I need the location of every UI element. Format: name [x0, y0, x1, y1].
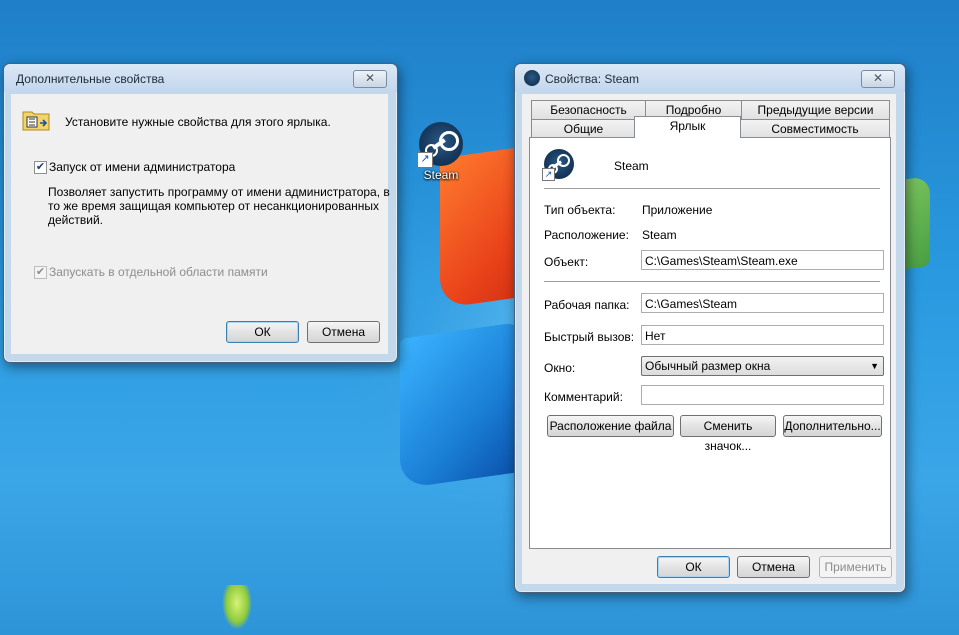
close-button[interactable]: ✕ — [353, 70, 387, 88]
tab-compatibility[interactable]: Совместимость — [740, 119, 890, 138]
location-value: Steam — [642, 228, 677, 242]
advanced-properties-dialog: Дополнительные свойства ✕ Установите нуж… — [3, 63, 398, 363]
dialog-body: Безопасность Подробно Предыдущие версии … — [522, 94, 896, 584]
shortcut-arrow-icon: ↗ — [542, 168, 555, 181]
object-type-label: Тип объекта: — [544, 203, 616, 217]
run-as-admin-checkbox[interactable]: ✔ — [34, 161, 47, 174]
comment-label: Комментарий: — [544, 390, 623, 404]
steam-properties-dialog: Свойства: Steam ✕ Безопасность Подробно … — [514, 63, 906, 593]
target-label: Объект: — [544, 255, 589, 269]
cancel-button[interactable]: Отмена — [307, 321, 380, 343]
tab-previous-versions[interactable]: Предыдущие версии — [741, 100, 890, 119]
workdir-input[interactable]: C:\Games\Steam — [641, 293, 884, 313]
hotkey-input[interactable]: Нет — [641, 325, 884, 345]
location-label: Расположение: — [544, 228, 629, 242]
close-button[interactable]: ✕ — [861, 70, 895, 88]
advanced-button[interactable]: Дополнительно... — [783, 415, 882, 437]
workdir-label: Рабочая папка: — [544, 298, 630, 312]
separator — [544, 281, 880, 282]
windows-logo-blue — [400, 321, 525, 489]
ok-button[interactable]: ОК — [226, 321, 299, 343]
steam-icon: ↗ — [417, 122, 463, 168]
title-bar: Свойства: Steam ✕ — [515, 64, 905, 92]
ok-button[interactable]: ОК — [657, 556, 730, 578]
window-label: Окно: — [544, 361, 576, 375]
admin-description-line1: Позволяет запустить программу от имени а… — [48, 185, 390, 199]
desktop-icon-steam[interactable]: ↗ Steam — [412, 122, 470, 192]
cancel-button[interactable]: Отмена — [737, 556, 810, 578]
separate-memory-label: Запускать в отдельной области памяти — [49, 265, 268, 279]
app-name: Steam — [614, 159, 649, 173]
open-file-location-button[interactable]: Расположение файла — [547, 415, 674, 437]
separate-memory-checkbox: ✔ — [34, 266, 47, 279]
dialog-title: Дополнительные свойства — [16, 72, 165, 86]
dialog-body: Установите нужные свойства для этого ярл… — [11, 94, 390, 354]
shortcut-arrow-icon: ↗ — [417, 152, 433, 168]
steam-app-icon: ↗ — [542, 149, 574, 181]
admin-description-line2: то же время защищая компьютер от несанкц… — [48, 199, 379, 213]
apply-button: Применить — [819, 556, 892, 578]
change-icon-button[interactable]: Сменить значок... — [680, 415, 776, 453]
object-type-value: Приложение — [642, 203, 713, 217]
steam-small-icon — [524, 70, 540, 86]
tab-security[interactable]: Безопасность — [531, 100, 646, 119]
desktop-icon-label: Steam — [423, 168, 459, 182]
title-bar: Дополнительные свойства ✕ — [4, 64, 397, 92]
dropdown-arrow-icon: ▼ — [870, 361, 879, 371]
window-select-value: Обычный размер окна — [645, 359, 771, 373]
shortcut-properties-icon — [22, 109, 52, 131]
window-select[interactable]: Обычный размер окна ▼ — [641, 356, 884, 376]
desktop-sprout — [222, 585, 252, 630]
comment-input[interactable] — [641, 385, 884, 405]
shortcut-tab-panel: ↗ Steam Тип объекта: Приложение Располож… — [529, 137, 891, 549]
target-input[interactable]: C:\Games\Steam\Steam.exe — [641, 250, 884, 270]
header-text: Установите нужные свойства для этого ярл… — [65, 115, 331, 129]
tab-shortcut[interactable]: Ярлык — [634, 116, 741, 138]
separator — [544, 188, 880, 189]
run-as-admin-label[interactable]: Запуск от имени администратора — [49, 160, 235, 174]
dialog-title: Свойства: Steam — [545, 72, 640, 86]
tab-general[interactable]: Общие — [531, 119, 636, 138]
hotkey-label: Быстрый вызов: — [544, 330, 635, 344]
admin-description-line3: действий. — [48, 213, 103, 227]
